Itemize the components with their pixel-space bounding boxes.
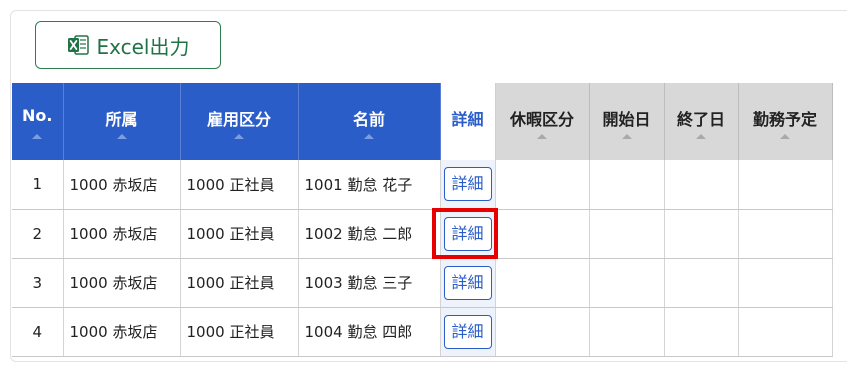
sort-arrow-icon [234, 134, 244, 139]
sort-arrow-icon [32, 134, 43, 139]
col-header-start-date[interactable]: 開始日 [589, 83, 665, 160]
cell-name: 1002 勤怠 二郎 [298, 209, 441, 259]
col-header-label: 休暇区分 [509, 110, 574, 129]
cell-name: 1004 勤怠 四郎 [298, 307, 441, 357]
cell-start-date [589, 258, 665, 308]
col-header-label: 開始日 [602, 110, 651, 129]
col-header-dept[interactable]: 所属 [63, 83, 181, 160]
col-header-label: 勤務予定 [752, 110, 817, 129]
cell-end-date [664, 307, 739, 357]
col-header-label: 雇用区分 [206, 110, 271, 129]
table-row: 1 1000 赤坂店 1000 正社員 1001 勤怠 花子 詳細 [12, 160, 833, 210]
cell-work-schedule [738, 258, 833, 308]
cell-end-date [664, 209, 739, 259]
cell-start-date [589, 160, 665, 210]
sort-arrow-icon [780, 134, 790, 139]
cell-dept: 1000 赤坂店 [63, 209, 181, 259]
cell-start-date [589, 209, 665, 259]
col-header-name[interactable]: 名前 [298, 83, 441, 160]
sort-arrow-icon [116, 134, 127, 139]
cell-employment: 1000 正社員 [180, 209, 299, 259]
col-header-label: 名前 [352, 110, 385, 129]
cell-detail: 詳細 [440, 209, 496, 259]
cell-leave-type [495, 307, 590, 357]
cell-leave-type [495, 258, 590, 308]
sort-arrow-icon [537, 134, 547, 139]
cell-dept: 1000 赤坂店 [63, 160, 181, 210]
cell-work-schedule [738, 307, 833, 357]
cell-no: 4 [12, 307, 64, 357]
col-header-label: 詳細 [451, 110, 484, 129]
excel-export-label: Excel出力 [96, 34, 190, 59]
cell-work-schedule [738, 160, 833, 210]
cell-no: 2 [12, 209, 64, 259]
detail-button[interactable]: 詳細 [443, 167, 492, 202]
cell-name: 1003 勤怠 三子 [298, 258, 441, 308]
detail-button[interactable]: 詳細 [443, 216, 492, 251]
cell-employment: 1000 正社員 [180, 258, 299, 308]
col-header-work-schedule[interactable]: 勤務予定 [738, 83, 833, 160]
detail-button[interactable]: 詳細 [443, 265, 492, 300]
cell-detail: 詳細 [440, 160, 496, 210]
attendance-table: No. 所属 雇用区分 名前 詳細 休暇区分 開始日 終了日 勤務予定 1 10… [12, 83, 833, 357]
sort-arrow-icon [621, 134, 632, 139]
col-header-employment[interactable]: 雇用区分 [180, 83, 299, 160]
cell-leave-type [495, 160, 590, 210]
cell-detail: 詳細 [440, 307, 496, 357]
col-header-end-date[interactable]: 終了日 [664, 83, 739, 160]
cell-leave-type [495, 209, 590, 259]
table-row: 4 1000 赤坂店 1000 正社員 1004 勤怠 四郎 詳細 [12, 307, 833, 357]
col-header-label: No. [22, 106, 53, 125]
cell-employment: 1000 正社員 [180, 307, 299, 357]
cell-work-schedule [738, 209, 833, 259]
cell-dept: 1000 赤坂店 [63, 307, 181, 357]
cell-end-date [664, 160, 739, 210]
cell-name: 1001 勤怠 花子 [298, 160, 441, 210]
col-header-detail: 詳細 [440, 83, 496, 160]
sort-arrow-icon [364, 134, 374, 139]
cell-end-date [664, 258, 739, 308]
cell-dept: 1000 赤坂店 [63, 258, 181, 308]
sort-arrow-icon [696, 134, 706, 139]
table-row: 2 1000 赤坂店 1000 正社員 1002 勤怠 二郎 詳細 [12, 209, 833, 259]
cell-detail: 詳細 [440, 258, 496, 308]
table-row: 3 1000 赤坂店 1000 正社員 1003 勤怠 三子 詳細 [12, 258, 833, 308]
col-header-label: 終了日 [676, 110, 725, 129]
excel-icon [67, 34, 89, 56]
col-header-label: 所属 [105, 110, 138, 129]
col-header-no[interactable]: No. [12, 83, 64, 160]
table-header-row: No. 所属 雇用区分 名前 詳細 休暇区分 開始日 終了日 勤務予定 [12, 83, 833, 160]
cell-employment: 1000 正社員 [180, 160, 299, 210]
detail-button[interactable]: 詳細 [443, 314, 492, 349]
excel-export-button[interactable]: Excel出力 [35, 21, 221, 69]
cell-no: 3 [12, 258, 64, 308]
cell-no: 1 [12, 160, 64, 210]
col-header-leave-type[interactable]: 休暇区分 [495, 83, 590, 160]
cell-start-date [589, 307, 665, 357]
